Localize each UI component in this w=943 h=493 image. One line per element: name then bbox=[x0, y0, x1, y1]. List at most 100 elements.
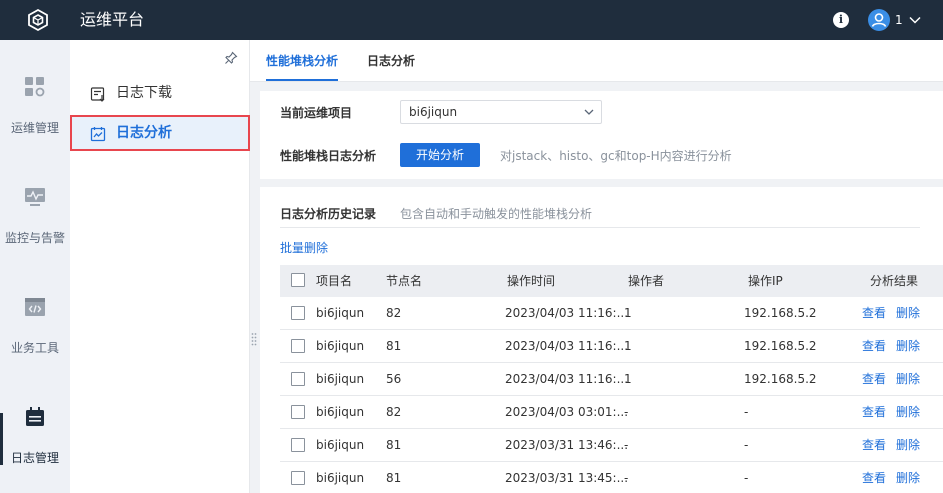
cell-node: 81 bbox=[386, 438, 402, 452]
table-row[interactable]: bi6jiqun 82 2023/04/03 03:01:... - - 查看 … bbox=[280, 396, 943, 429]
cell-ip: - bbox=[744, 405, 749, 419]
rail-item-ops[interactable]: 运维管理 bbox=[0, 40, 70, 150]
rail-item-tools[interactable]: 业务工具 bbox=[0, 260, 70, 370]
table-row[interactable]: bi6jiqun 81 2023/04/03 11:16:... 1 192.1… bbox=[280, 330, 943, 363]
delete-link[interactable]: 删除 bbox=[896, 404, 920, 420]
rail-item-label: 监控与告警 bbox=[4, 231, 65, 245]
sub-sidebar: 日志下载 日志分析 bbox=[70, 40, 250, 493]
cell-operator: 1 bbox=[624, 306, 632, 320]
cell-ip: 192.168.5.2 bbox=[744, 306, 817, 320]
avatar[interactable] bbox=[868, 9, 890, 31]
cell-node: 82 bbox=[386, 306, 402, 320]
row-checkbox[interactable] bbox=[291, 471, 305, 485]
dashboard-icon bbox=[25, 77, 45, 97]
cell-time: 2023/04/03 11:16:... bbox=[505, 306, 629, 320]
cell-time: 2023/04/03 03:01:... bbox=[505, 405, 629, 419]
column-header[interactable]: 操作者 bbox=[628, 273, 664, 289]
table-row[interactable]: bi6jiqun 82 2023/04/03 11:16:... 1 192.1… bbox=[280, 297, 943, 330]
calendar-icon bbox=[26, 407, 44, 426]
cell-project: bi6jiqun bbox=[316, 372, 365, 386]
table-header: 项目名 节点名 操作时间 操作者 操作IP 分析结果 bbox=[280, 265, 943, 297]
rail-item-monitor[interactable]: 监控与告警 bbox=[0, 150, 70, 260]
rail-item-label: 运维管理 bbox=[10, 121, 59, 135]
row-checkbox[interactable] bbox=[291, 339, 305, 353]
cell-operator: 1 bbox=[624, 339, 632, 353]
cell-time: 2023/03/31 13:46:... bbox=[505, 438, 629, 452]
row-checkbox[interactable] bbox=[291, 438, 305, 452]
pin-icon[interactable] bbox=[224, 51, 238, 65]
cell-ip: 192.168.5.2 bbox=[744, 339, 817, 353]
column-header[interactable]: 操作IP bbox=[748, 273, 783, 289]
app-logo-icon[interactable] bbox=[26, 8, 50, 32]
cell-node: 56 bbox=[386, 372, 402, 386]
user-name[interactable]: 1 bbox=[895, 12, 903, 28]
active-indicator bbox=[0, 413, 3, 465]
history-card: 日志分析历史记录 包含自动和手动触发的性能堆栈分析 批量删除 项目名 节点名 操… bbox=[260, 187, 943, 493]
info-icon[interactable]: i bbox=[833, 12, 849, 28]
chevron-down-icon[interactable] bbox=[908, 13, 922, 27]
subnav-item-log-analysis[interactable]: 日志分析 bbox=[70, 115, 250, 151]
view-link[interactable]: 查看 bbox=[862, 437, 886, 453]
chevron-down-icon bbox=[584, 109, 594, 115]
cell-time: 2023/04/03 11:16:... bbox=[505, 372, 629, 386]
cell-ip: - bbox=[744, 438, 749, 452]
table-row[interactable]: bi6jiqun 56 2023/04/03 11:16:... 1 192.1… bbox=[280, 363, 943, 396]
tab-log-analysis[interactable]: 日志分析 bbox=[367, 40, 415, 81]
start-hint: 对jstack、histo、gc和top-H内容进行分析 bbox=[500, 149, 732, 163]
subnav-item-label: 日志下载 bbox=[116, 85, 172, 101]
delete-link[interactable]: 删除 bbox=[896, 470, 920, 486]
monitor-icon bbox=[25, 188, 45, 206]
table-row[interactable]: bi6jiqun 81 2023/03/31 13:46:... - - 查看 … bbox=[280, 429, 943, 462]
row-checkbox[interactable] bbox=[291, 372, 305, 386]
cell-operator: 1 bbox=[624, 372, 632, 386]
delete-link[interactable]: 删除 bbox=[896, 338, 920, 354]
view-link[interactable]: 查看 bbox=[862, 338, 886, 354]
delete-link[interactable]: 删除 bbox=[896, 371, 920, 387]
column-header[interactable]: 项目名 bbox=[316, 273, 352, 289]
divider bbox=[280, 227, 920, 228]
download-log-icon bbox=[90, 87, 105, 102]
cell-node: 82 bbox=[386, 405, 402, 419]
top-bar: 运维平台 i 1 bbox=[0, 0, 943, 40]
view-link[interactable]: 查看 bbox=[862, 371, 886, 387]
row-checkbox[interactable] bbox=[291, 306, 305, 320]
cell-time: 2023/03/31 13:45:... bbox=[505, 471, 629, 485]
cell-project: bi6jiqun bbox=[316, 438, 365, 452]
column-header[interactable]: 节点名 bbox=[386, 273, 422, 289]
rail-item-label: 业务工具 bbox=[10, 341, 59, 355]
project-select[interactable]: bi6jiqun bbox=[400, 100, 602, 124]
column-header[interactable]: 分析结果 bbox=[870, 273, 918, 289]
cell-node: 81 bbox=[386, 471, 402, 485]
user-icon bbox=[871, 13, 887, 27]
delete-link[interactable]: 删除 bbox=[896, 305, 920, 321]
project-select-value: bi6jiqun bbox=[409, 105, 458, 119]
table-row[interactable]: bi6jiqun 81 2023/03/31 13:45:... - - 查看 … bbox=[280, 462, 943, 493]
module-rail: 运维管理 监控与告警 业务工具 日志管理 bbox=[0, 40, 70, 493]
tab-stack-analysis[interactable]: 性能堆栈分析 bbox=[266, 40, 339, 81]
subnav-item-label: 日志分析 bbox=[116, 125, 172, 141]
view-link[interactable]: 查看 bbox=[862, 305, 886, 321]
cell-operator: - bbox=[624, 438, 629, 452]
view-link[interactable]: 查看 bbox=[862, 404, 886, 420]
grip-icon bbox=[251, 333, 257, 346]
select-all-checkbox[interactable] bbox=[291, 273, 305, 287]
cell-project: bi6jiqun bbox=[316, 471, 365, 485]
resize-handle[interactable] bbox=[251, 332, 257, 346]
bulk-delete-link[interactable]: 批量删除 bbox=[280, 240, 328, 256]
column-header[interactable]: 操作时间 bbox=[507, 273, 555, 289]
cell-operator: - bbox=[624, 471, 629, 485]
cell-ip: - bbox=[744, 471, 749, 485]
row-checkbox[interactable] bbox=[291, 405, 305, 419]
start-analysis-button[interactable]: 开始分析 bbox=[400, 143, 480, 167]
rail-item-logs[interactable]: 日志管理 bbox=[0, 370, 70, 480]
app-title: 运维平台 bbox=[80, 10, 145, 29]
rail-item-label: 日志管理 bbox=[10, 451, 59, 465]
cell-project: bi6jiqun bbox=[316, 306, 365, 320]
view-link[interactable]: 查看 bbox=[862, 470, 886, 486]
stack-analysis-label: 性能堆栈日志分析 bbox=[280, 149, 377, 163]
history-subtitle: 包含自动和手动触发的性能堆栈分析 bbox=[400, 207, 593, 221]
project-label: 当前运维项目 bbox=[280, 106, 353, 120]
delete-link[interactable]: 删除 bbox=[896, 437, 920, 453]
cell-project: bi6jiqun bbox=[316, 405, 365, 419]
subnav-item-log-download[interactable]: 日志下载 bbox=[70, 75, 250, 111]
